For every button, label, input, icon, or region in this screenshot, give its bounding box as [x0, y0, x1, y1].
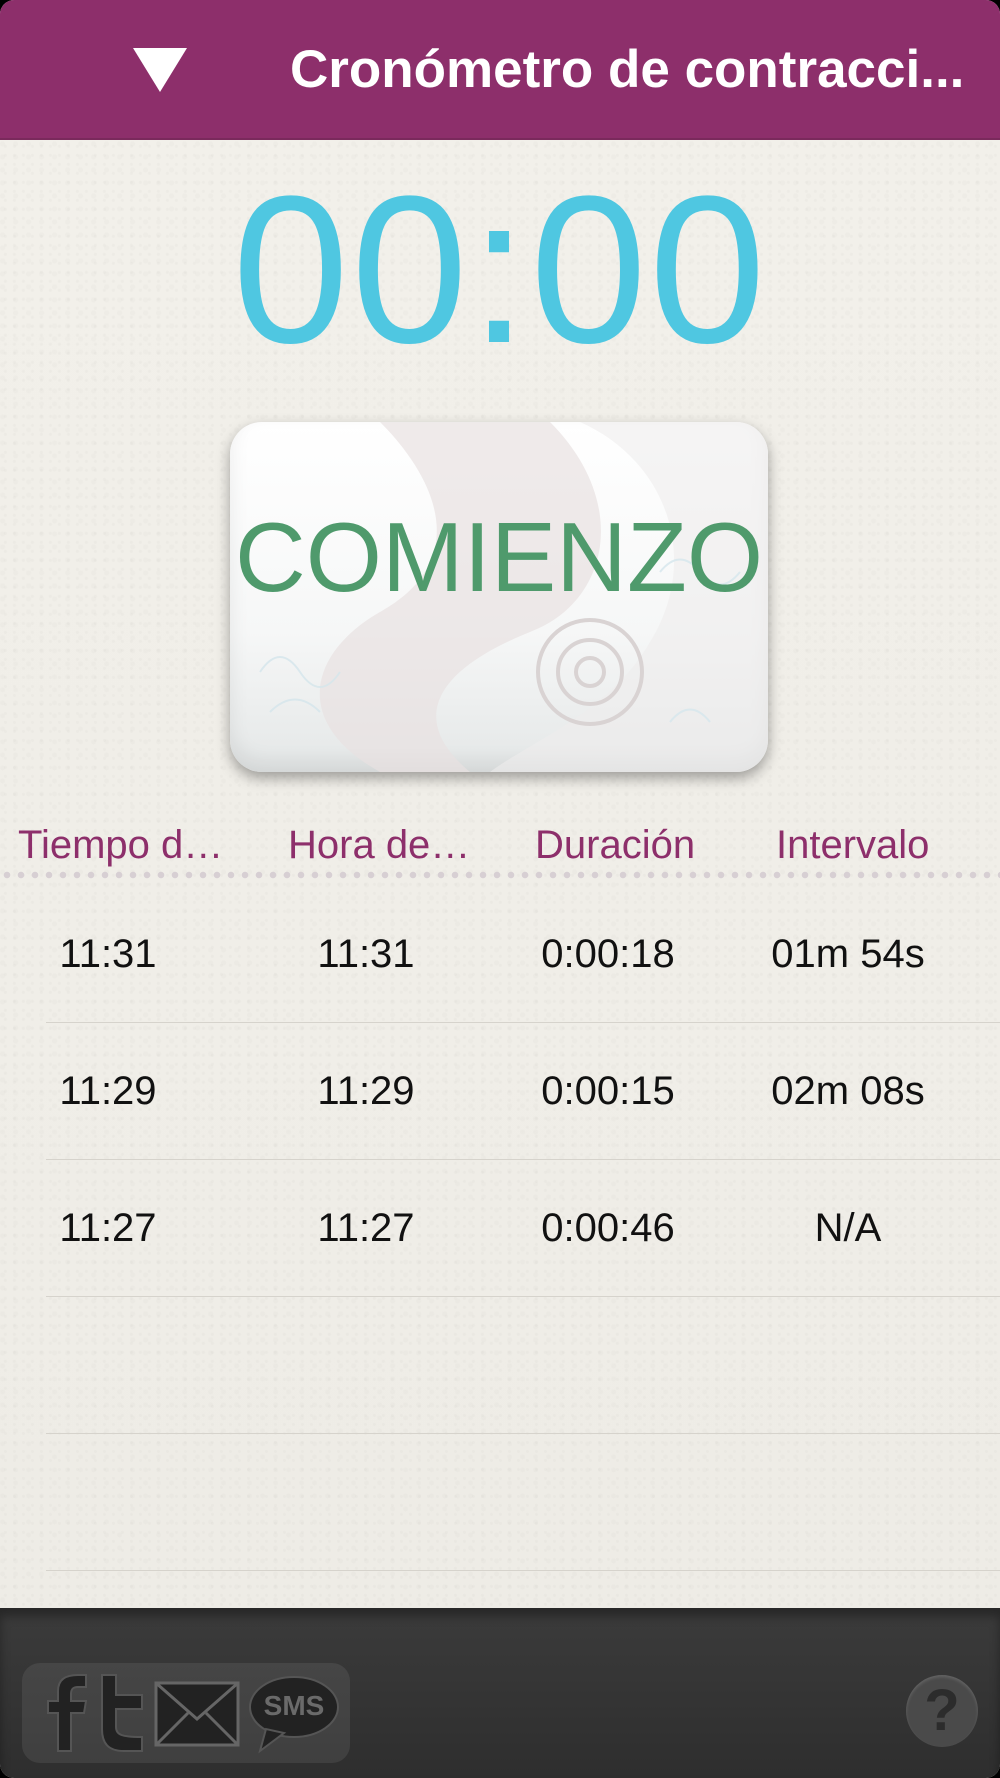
cell-start: 11:27 — [59, 1206, 157, 1250]
row-divider — [46, 1570, 1000, 1571]
app-screen: Cronómetro de contracci... 00:00 COMIENZ… — [0, 0, 1000, 1778]
share-buttons: SMS — [22, 1663, 350, 1763]
empty-row — [0, 1297, 1000, 1434]
table-row[interactable]: 11:31 11:31 0:00:18 01m 54s — [0, 886, 1000, 1023]
cell-duration: 0:00:46 — [541, 1206, 675, 1250]
cell-duration: 0:00:18 — [541, 932, 675, 976]
cell-interval: N/A — [814, 1206, 882, 1250]
column-header-interval: Intervalo — [776, 823, 930, 867]
empty-row — [0, 1434, 1000, 1571]
start-button-label: COMIENZO — [234, 502, 764, 612]
bottom-toolbar: SMS ? — [0, 1608, 1000, 1778]
cell-start: 11:29 — [59, 1069, 157, 1113]
header-divider — [0, 871, 1000, 879]
table-header: Tiempo d… Hora de… Duración Intervalo — [0, 815, 1000, 875]
title-bar: Cronómetro de contracci... — [0, 0, 1000, 140]
facebook-icon[interactable] — [36, 1671, 92, 1755]
help-button[interactable]: ? — [906, 1675, 978, 1747]
start-button[interactable]: COMIENZO — [230, 422, 768, 772]
sms-icon[interactable]: SMS — [246, 1671, 342, 1755]
table-row[interactable]: 11:27 11:27 0:00:46 N/A — [0, 1160, 1000, 1297]
cell-end: 11:29 — [317, 1069, 415, 1113]
cell-start: 11:31 — [59, 932, 157, 976]
cell-interval: 02m 08s — [771, 1069, 925, 1113]
twitter-icon[interactable] — [94, 1671, 150, 1755]
column-header-end-time: Hora de… — [288, 823, 471, 867]
page-title: Cronómetro de contracci... — [290, 40, 965, 99]
mail-icon[interactable] — [152, 1671, 242, 1755]
table-row[interactable]: 11:29 11:29 0:00:15 02m 08s — [0, 1023, 1000, 1160]
column-header-duration: Duración — [535, 823, 696, 867]
timer-display: 00:00 — [232, 152, 768, 387]
cell-end: 11:27 — [317, 1206, 415, 1250]
sms-label: SMS — [263, 1690, 325, 1721]
cell-end: 11:31 — [317, 932, 415, 976]
cell-interval: 01m 54s — [771, 932, 925, 976]
column-header-start-time: Tiempo d… — [18, 823, 224, 867]
triangle-down-icon[interactable] — [130, 46, 190, 94]
cell-duration: 0:00:15 — [541, 1069, 675, 1113]
